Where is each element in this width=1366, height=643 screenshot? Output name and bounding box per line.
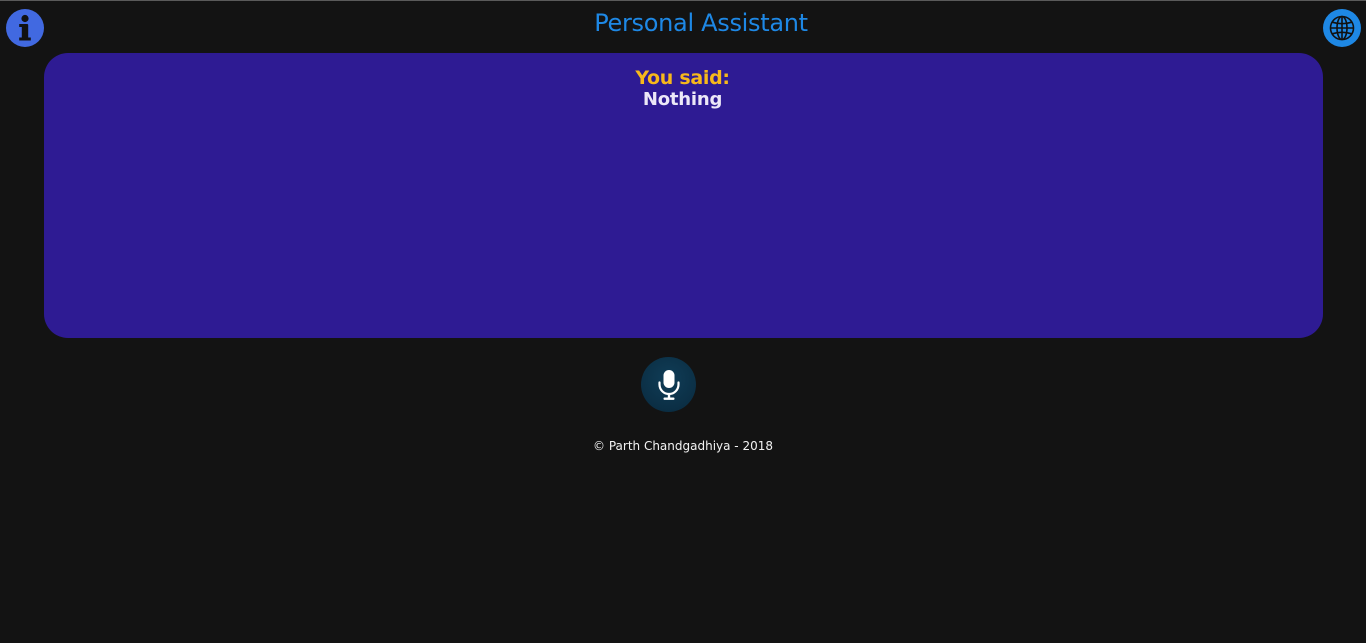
language-button[interactable] (1323, 9, 1361, 47)
speech-panel: You said: Nothing (44, 53, 1323, 338)
globe-icon (1329, 15, 1355, 41)
microphone-button[interactable] (641, 357, 696, 412)
page-title: Personal Assistant (594, 9, 808, 37)
recognized-speech-text: Nothing (642, 89, 723, 110)
microphone-icon (657, 369, 680, 400)
personal-assistant-app: Personal Assistant You said: Nothing © P… (0, 1, 1366, 643)
footer-copyright: © Parth Chandgadhiya - 2018 (593, 439, 773, 453)
you-said-label: You said: (635, 67, 730, 89)
